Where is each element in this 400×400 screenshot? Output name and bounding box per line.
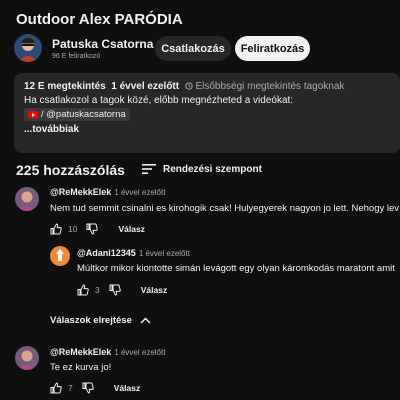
priority-label: Elsőbbségi megtekintés tagoknak — [184, 81, 345, 92]
comment-time[interactable]: 1 évvel ezelőtt — [114, 348, 165, 357]
clock-icon — [184, 82, 193, 90]
reply-button[interactable]: Válasz — [118, 224, 144, 234]
thumbs-up-icon[interactable] — [50, 223, 62, 235]
reply-comment: @Adani12345 1 évvel ezelőtt Múltkor mikor… — [0, 243, 400, 303]
comment-avatar[interactable] — [15, 187, 39, 211]
comment: @ReMekkElek 1 évvel ezelőtt Te ez kurva j… — [0, 343, 400, 400]
priority-text: Elsőbbségi megtekintés tagoknak — [195, 81, 345, 92]
description-text: Ha csatlakozol a tagok közé, előbb megné… — [24, 95, 294, 106]
comment-time[interactable]: 1 évvel ezelőtt — [139, 249, 190, 258]
thumbs-down-icon[interactable] — [109, 284, 121, 296]
comments-header: 225 hozzászólás Rendezési szempont — [16, 160, 396, 180]
chevron-up-icon — [140, 317, 151, 324]
comment-text: Nem tud semmit csinalni es kirohogik csa… — [50, 203, 400, 214]
thumbs-up-icon[interactable] — [50, 382, 62, 394]
subscribe-button[interactable]: Feliratkozás — [235, 36, 310, 61]
thumbs-down-icon[interactable] — [82, 382, 94, 394]
comment-author[interactable]: @ReMekkElek 1 évvel ezelőtt — [50, 347, 165, 357]
thumbs-down-icon[interactable] — [86, 223, 99, 235]
youtube-icon — [28, 111, 38, 118]
upload-age: 1 évvel ezelőtt — [111, 81, 180, 92]
author-name: @ReMekkElek — [50, 187, 112, 197]
view-count: 12 E megtekintés — [24, 81, 106, 92]
channel-name[interactable]: Patuska Csatorna — [52, 37, 153, 51]
author-name: @ReMekkElek — [50, 347, 112, 357]
like-count: 3 — [95, 285, 100, 295]
reply-button[interactable]: Válasz — [114, 383, 140, 393]
comment-author[interactable]: @Adani12345 1 évvel ezelőtt — [77, 248, 190, 258]
channel-link-text: / @patuskacsatorna — [41, 108, 126, 120]
comment-text: Múltkor mikor kiontotte simán levágott e… — [77, 263, 395, 274]
comment-actions: 10 Válasz — [50, 222, 145, 236]
like-count: 10 — [68, 224, 78, 234]
sort-label: Rendezési szempont — [163, 163, 262, 175]
sort-lines-icon — [142, 164, 156, 174]
comment-avatar[interactable] — [50, 246, 70, 266]
reply-button[interactable]: Válasz — [141, 285, 167, 295]
like-count: 7 — [68, 383, 73, 393]
sort-button[interactable]: Rendezési szempont — [142, 160, 262, 178]
video-title: Outdoor Alex PARÓDIA — [16, 11, 183, 28]
comment: @ReMekkElek 1 évvel ezelőtt Nem tud semmi… — [0, 184, 400, 244]
description-box[interactable]: 12 E megtekintés 1 évvel ezelőtt Elsőbbs… — [14, 73, 400, 153]
thumbs-up-icon[interactable] — [77, 284, 89, 296]
subscriber-count: 96 E feliratkozó — [52, 53, 101, 60]
channel-avatar[interactable] — [14, 34, 42, 62]
hide-replies-label: Válaszok elrejtése — [50, 315, 132, 326]
comment-text: Te ez kurva jo! — [50, 362, 112, 373]
comment-actions: 7 Válasz — [50, 381, 140, 395]
description-stats: 12 E megtekintés 1 évvel ezelőtt Elsőbbs… — [24, 80, 390, 94]
comment-author[interactable]: @ReMekkElek 1 évvel ezelőtt — [50, 187, 165, 197]
show-more-link[interactable]: ...továbbiak — [24, 123, 390, 137]
channel-row: Patuska Csatorna 96 E feliratkozó Csatla… — [14, 34, 400, 64]
join-button[interactable]: Csatlakozás — [155, 36, 231, 61]
author-name: @Adani12345 — [77, 248, 136, 258]
comment-actions: 3 Válasz — [77, 283, 167, 297]
comment-avatar[interactable] — [15, 346, 39, 370]
channel-link[interactable]: / @patuskacsatorna — [24, 108, 130, 121]
comment-time[interactable]: 1 évvel ezelőtt — [114, 188, 165, 197]
comments-count: 225 hozzászólás — [16, 162, 125, 178]
hide-replies-button[interactable]: Válaszok elrejtése — [50, 315, 151, 326]
